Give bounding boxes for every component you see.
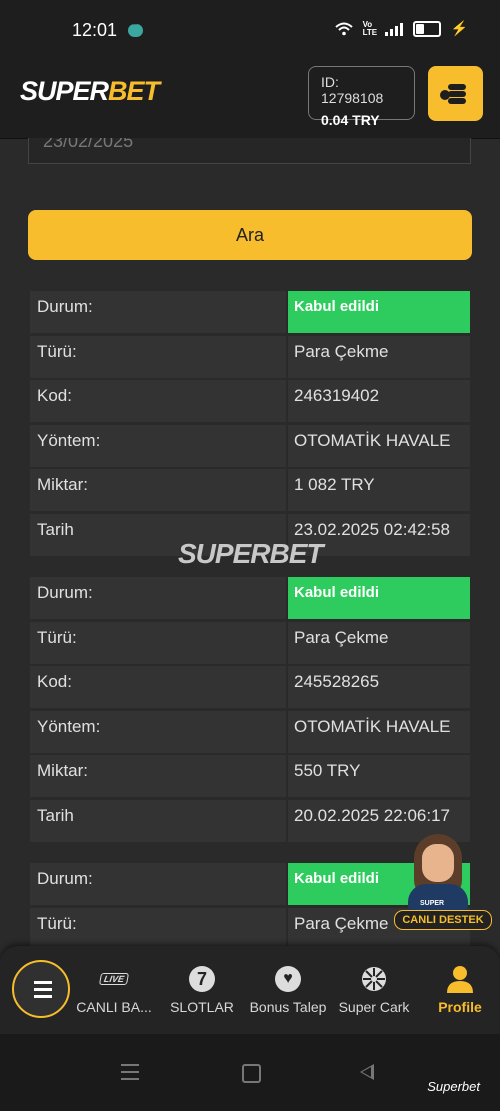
user-icon: [418, 964, 500, 994]
live-icon: LIVE: [72, 964, 156, 994]
wifi-icon: [334, 22, 353, 35]
system-navigation-bar: Superbet: [0, 1034, 500, 1111]
coins-plus-icon: [440, 84, 468, 104]
back-icon[interactable]: [360, 1064, 374, 1080]
method-label: Yöntem:: [30, 710, 286, 753]
account-box[interactable]: ID: 12798108 0.04 TRY: [308, 66, 415, 128]
status-icons: Vo LTE ⚡: [334, 19, 468, 37]
type-label: Türü:: [30, 907, 286, 948]
search-button[interactable]: Ara: [28, 210, 472, 260]
type-label: Türü:: [30, 621, 286, 664]
status-label: Durum:: [30, 863, 286, 905]
nav-slots[interactable]: 7 SLOTLAR: [160, 964, 244, 1015]
code-label: Kod:: [30, 666, 286, 708]
type-value: Para Çekme: [288, 335, 470, 378]
amount-value: 550 TRY: [288, 755, 470, 797]
code-value: 246319402: [288, 380, 470, 422]
status-label: Durum:: [30, 577, 286, 619]
method-row: Yöntem: OTOMATİK HAVALE: [30, 424, 470, 467]
code-row: Kod: 246319402: [30, 380, 470, 422]
recent-apps-icon[interactable]: [121, 1064, 139, 1080]
chat-notification-icon: [128, 19, 143, 37]
status-badge: Kabul edildi: [288, 577, 470, 619]
volte-indicator: Vo LTE: [362, 19, 378, 37]
amount-label: Miktar:: [30, 755, 286, 797]
code-value: 245528265: [288, 666, 470, 708]
app-header: SUPERBET ID: 12798108 0.04 TRY: [0, 52, 500, 139]
bottom-navigation: LIVE CANLI BA... 7 SLOTLAR ♥ Bonus Talep…: [0, 946, 500, 1034]
heart-icon: ♥: [246, 964, 330, 994]
superbet-logo[interactable]: SUPERBET: [20, 76, 160, 107]
superbet-credit: Superbet: [427, 1079, 480, 1094]
amount-row: Miktar: 1 082 TRY: [30, 469, 470, 511]
date-label: Tarih: [30, 799, 286, 842]
nav-live-betting[interactable]: LIVE CANLI BA...: [72, 964, 156, 1015]
nav-super-wheel[interactable]: Super Cark: [332, 964, 416, 1015]
method-label: Yöntem:: [30, 424, 286, 467]
charging-icon: ⚡: [450, 20, 468, 36]
nav-label: Profile: [438, 999, 482, 1015]
live-support-button[interactable]: SUPER CANLI DESTEK: [392, 830, 492, 930]
status-row: Durum: Kabul edildi: [30, 577, 470, 619]
nav-bonus-request[interactable]: ♥ Bonus Talep: [246, 964, 330, 1015]
type-value: Para Çekme: [288, 621, 470, 664]
method-value: OTOMATİK HAVALE: [288, 424, 470, 467]
transaction-history: 23/02/2025 Ara Durum: Kabul edildi Türü:…: [0, 138, 500, 948]
signal-icon: [384, 22, 403, 36]
amount-label: Miktar:: [30, 469, 286, 511]
date-input[interactable]: 23/02/2025: [28, 138, 471, 164]
transaction-record: Durum: Kabul edildi Türü: Para Çekme Kod…: [30, 577, 470, 844]
balance: 0.04 TRY: [321, 112, 380, 128]
slot-seven-icon: 7: [160, 964, 244, 994]
status-row: Durum: Kabul edildi: [30, 291, 470, 333]
status-badge: Kabul edildi: [288, 291, 470, 333]
nav-profile[interactable]: Profile: [418, 964, 500, 1015]
home-icon[interactable]: [242, 1064, 261, 1083]
type-row: Türü: Para Çekme: [30, 621, 470, 664]
status-time: 12:01: [72, 20, 118, 40]
live-support-label: CANLI DESTEK: [394, 910, 492, 930]
method-value: OTOMATİK HAVALE: [288, 710, 470, 753]
code-label: Kod:: [30, 380, 286, 422]
amount-value: 1 082 TRY: [288, 469, 470, 511]
method-row: Yöntem: OTOMATİK HAVALE: [30, 710, 470, 753]
superbet-watermark: SUPERBET: [178, 538, 323, 569]
wheel-icon: [332, 964, 416, 994]
user-id: ID: 12798108: [321, 74, 384, 106]
status-label: Durum:: [30, 291, 286, 333]
support-badge: SUPER: [420, 900, 445, 907]
status-bar: 12:01 Vo LTE ⚡: [0, 0, 500, 52]
battery-icon: [412, 20, 441, 37]
type-label: Türü:: [30, 335, 286, 378]
menu-button[interactable]: [12, 960, 70, 1018]
nav-label: CANLI BA...: [76, 999, 152, 1015]
nav-label: Super Cark: [338, 999, 410, 1015]
type-row: Türü: Para Çekme: [30, 335, 470, 378]
code-row: Kod: 245528265: [30, 666, 470, 708]
nav-label: Bonus Talep: [249, 999, 327, 1015]
deposit-button[interactable]: [428, 66, 483, 121]
amount-row: Miktar: 550 TRY: [30, 755, 470, 797]
nav-label: SLOTLAR: [170, 999, 234, 1015]
transaction-record: Durum: Kabul edildi Türü: Para Çekme Kod…: [30, 291, 470, 558]
